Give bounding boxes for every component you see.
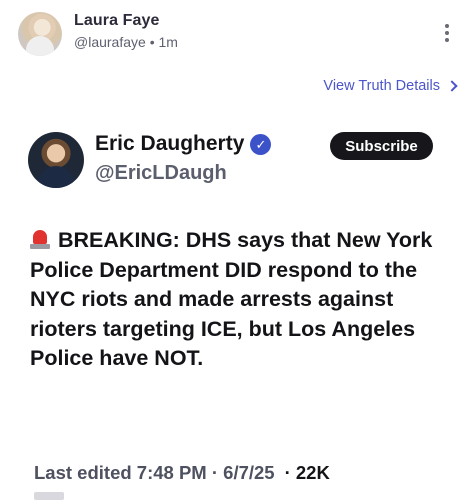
embed-author-name-text: Eric Daugherty xyxy=(95,132,245,155)
view-details-label: View Truth Details xyxy=(323,78,440,94)
author-meta: @laurafaye • 1m xyxy=(74,34,178,50)
siren-icon xyxy=(30,228,50,250)
embed-author-avatar[interactable] xyxy=(28,132,84,188)
cutoff-content xyxy=(34,492,64,500)
author-handle[interactable]: @laurafaye xyxy=(74,34,146,50)
post-body-text: BREAKING: DHS says that New York Police … xyxy=(30,228,433,370)
edited-line: Last edited 7:48 PM · 6/7/25 · 22K xyxy=(34,462,330,484)
author-avatar[interactable] xyxy=(18,12,62,56)
view-count: · 22K xyxy=(284,462,330,483)
author-name[interactable]: Laura Faye xyxy=(74,12,159,30)
more-options-icon[interactable] xyxy=(442,24,452,46)
edited-timestamp: Last edited 7:48 PM · 6/7/25 xyxy=(34,462,275,483)
post-header: Laura Faye @laurafaye • 1m xyxy=(18,10,458,58)
meta-separator: • xyxy=(149,34,155,50)
embed-author-name[interactable]: Eric Daugherty ✓ xyxy=(95,132,272,156)
chevron-right-icon xyxy=(446,80,458,92)
embed-author-handle[interactable]: @EricLDaugh xyxy=(95,162,227,185)
verified-badge-icon: ✓ xyxy=(250,133,272,155)
post-time: 1m xyxy=(158,34,178,50)
subscribe-button[interactable]: Subscribe xyxy=(330,132,433,160)
view-details-link[interactable]: View Truth Details xyxy=(323,78,458,94)
post-body: BREAKING: DHS says that New York Police … xyxy=(30,226,450,374)
